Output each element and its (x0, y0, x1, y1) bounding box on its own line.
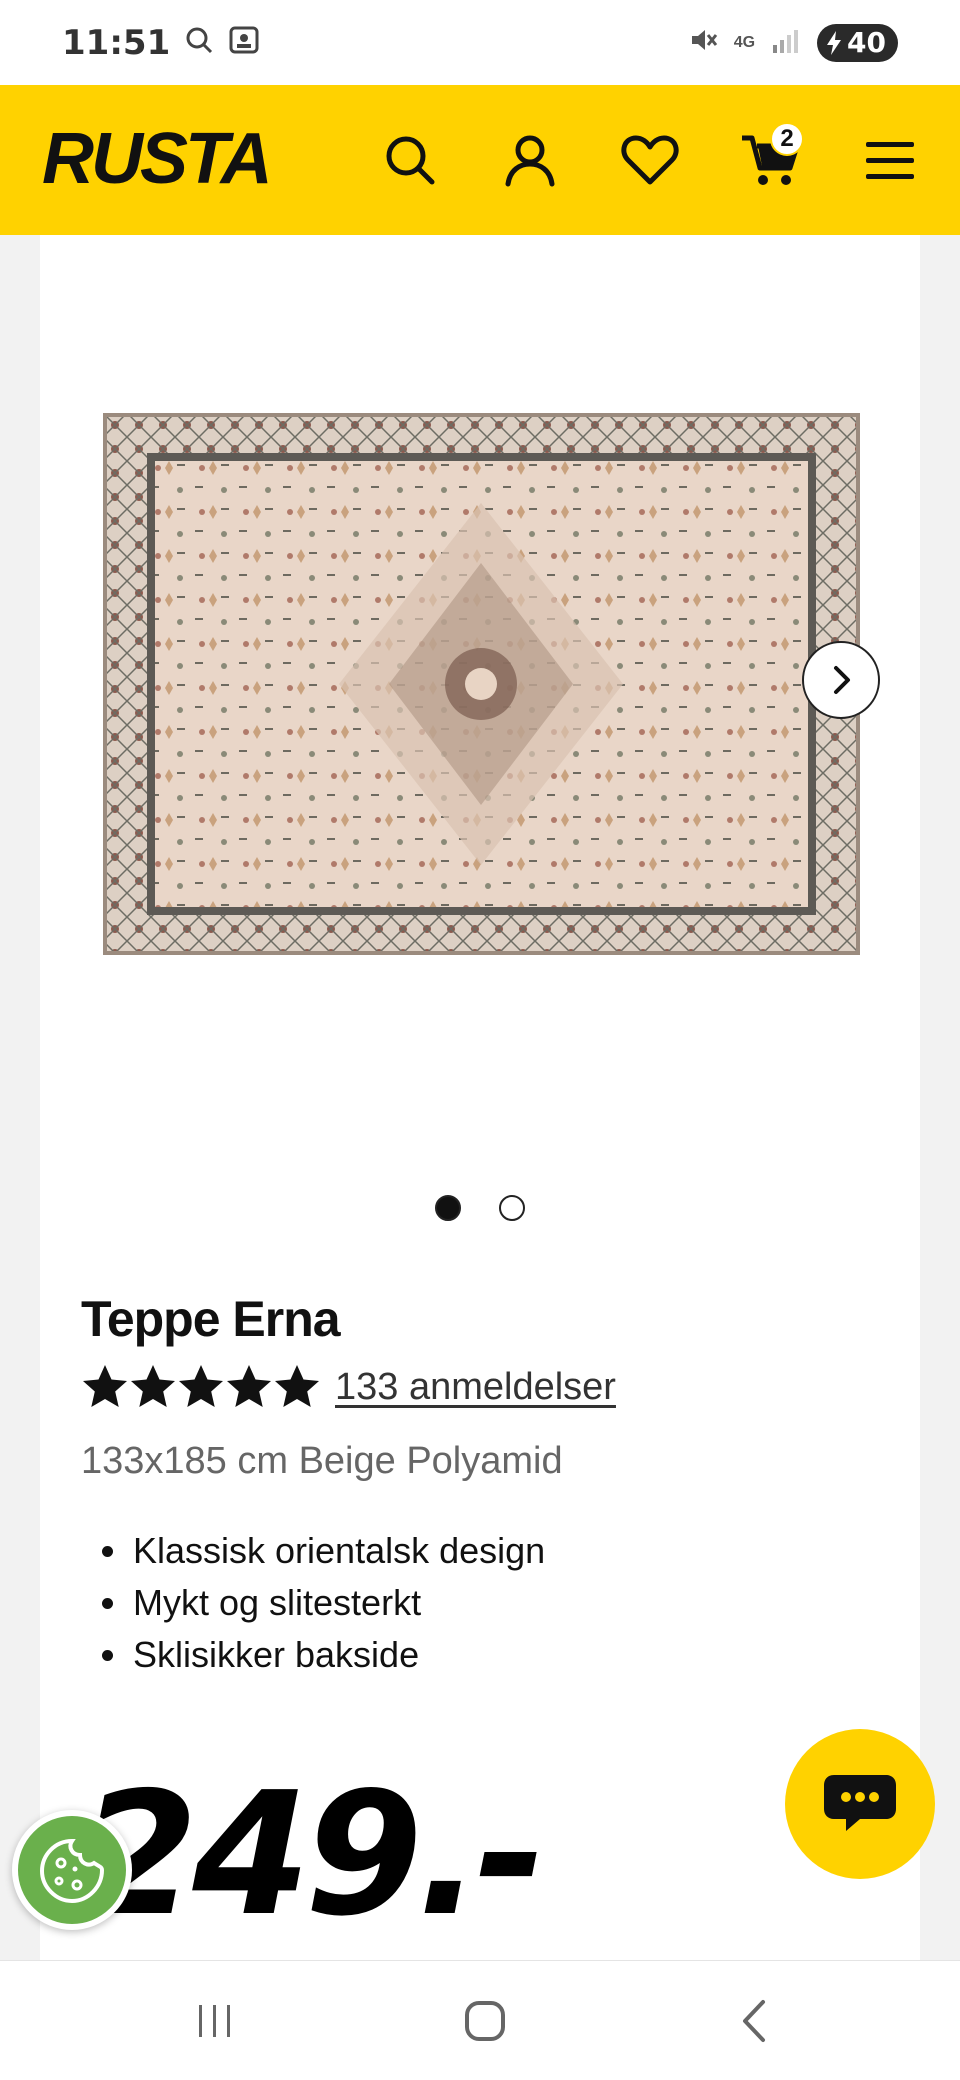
feature-item: Klassisk orientalsk design (81, 1525, 545, 1577)
product-title: Teppe Erna (81, 1291, 341, 1347)
search-button[interactable] (380, 130, 440, 190)
home-icon (465, 2001, 505, 2041)
feature-item: Mykt og slitesterkt (81, 1577, 545, 1629)
chat-icon (824, 1775, 896, 1831)
logo-text: RUSTA (42, 119, 270, 199)
chat-button[interactable] (785, 1729, 935, 1879)
gallery-next-button[interactable] (802, 641, 880, 719)
site-header: RUSTA 2 (0, 85, 960, 235)
search-icon (386, 136, 435, 185)
star-rating-icon (83, 1365, 319, 1407)
home-button[interactable] (450, 1989, 520, 2053)
back-icon (743, 2000, 765, 2042)
recent-apps-button[interactable] (180, 1989, 250, 2053)
cookie-settings-button[interactable] (12, 1810, 132, 1930)
gallery-pagination (435, 1195, 525, 1221)
reviews-link[interactable]: 133 anmeldelser (335, 1366, 616, 1409)
battery-indicator: 40 (817, 23, 898, 62)
mute-icon (688, 25, 718, 60)
product-price: 249.- (80, 1756, 546, 1954)
feature-list: Klassisk orientalsk design Mykt og slite… (81, 1525, 545, 1681)
signal-icon (771, 25, 801, 60)
network-label: 4G (733, 33, 756, 51)
menu-button[interactable] (860, 130, 920, 190)
account-button[interactable] (500, 130, 560, 190)
product-variant: 133x185 cm Beige Polyamid (81, 1440, 563, 1482)
product-image[interactable] (103, 413, 860, 955)
product-card: Teppe Erna 133 anmeldelser 133x185 cm Be… (40, 235, 920, 1960)
cookie-icon (39, 1838, 105, 1904)
recent-apps-icon (199, 2005, 230, 2037)
cart-button[interactable]: 2 (740, 122, 804, 190)
back-button[interactable] (720, 1989, 790, 2053)
hamburger-icon (866, 142, 914, 179)
system-nav-bar (0, 1960, 960, 2080)
rusta-logo[interactable]: RUSTA (40, 119, 295, 199)
product-gallery[interactable] (40, 235, 920, 1275)
screenshot-status-icon (228, 25, 260, 60)
search-status-icon (184, 25, 214, 60)
gallery-dot-2[interactable] (499, 1195, 525, 1221)
status-time: 11:51 (62, 22, 171, 63)
battery-level: 40 (847, 26, 886, 59)
rating-stars (81, 1363, 321, 1411)
user-icon (505, 135, 555, 187)
wishlist-button[interactable] (620, 130, 680, 190)
heart-icon (621, 135, 679, 185)
charging-icon (827, 30, 842, 55)
product-rating: 133 anmeldelser (81, 1363, 616, 1411)
chevron-right-icon (834, 666, 850, 694)
feature-item: Sklisikker bakside (81, 1629, 545, 1681)
gallery-dot-1[interactable] (435, 1195, 461, 1221)
status-bar: 11:51 4G 40 (0, 0, 960, 85)
cart-count-badge: 2 (770, 122, 804, 156)
